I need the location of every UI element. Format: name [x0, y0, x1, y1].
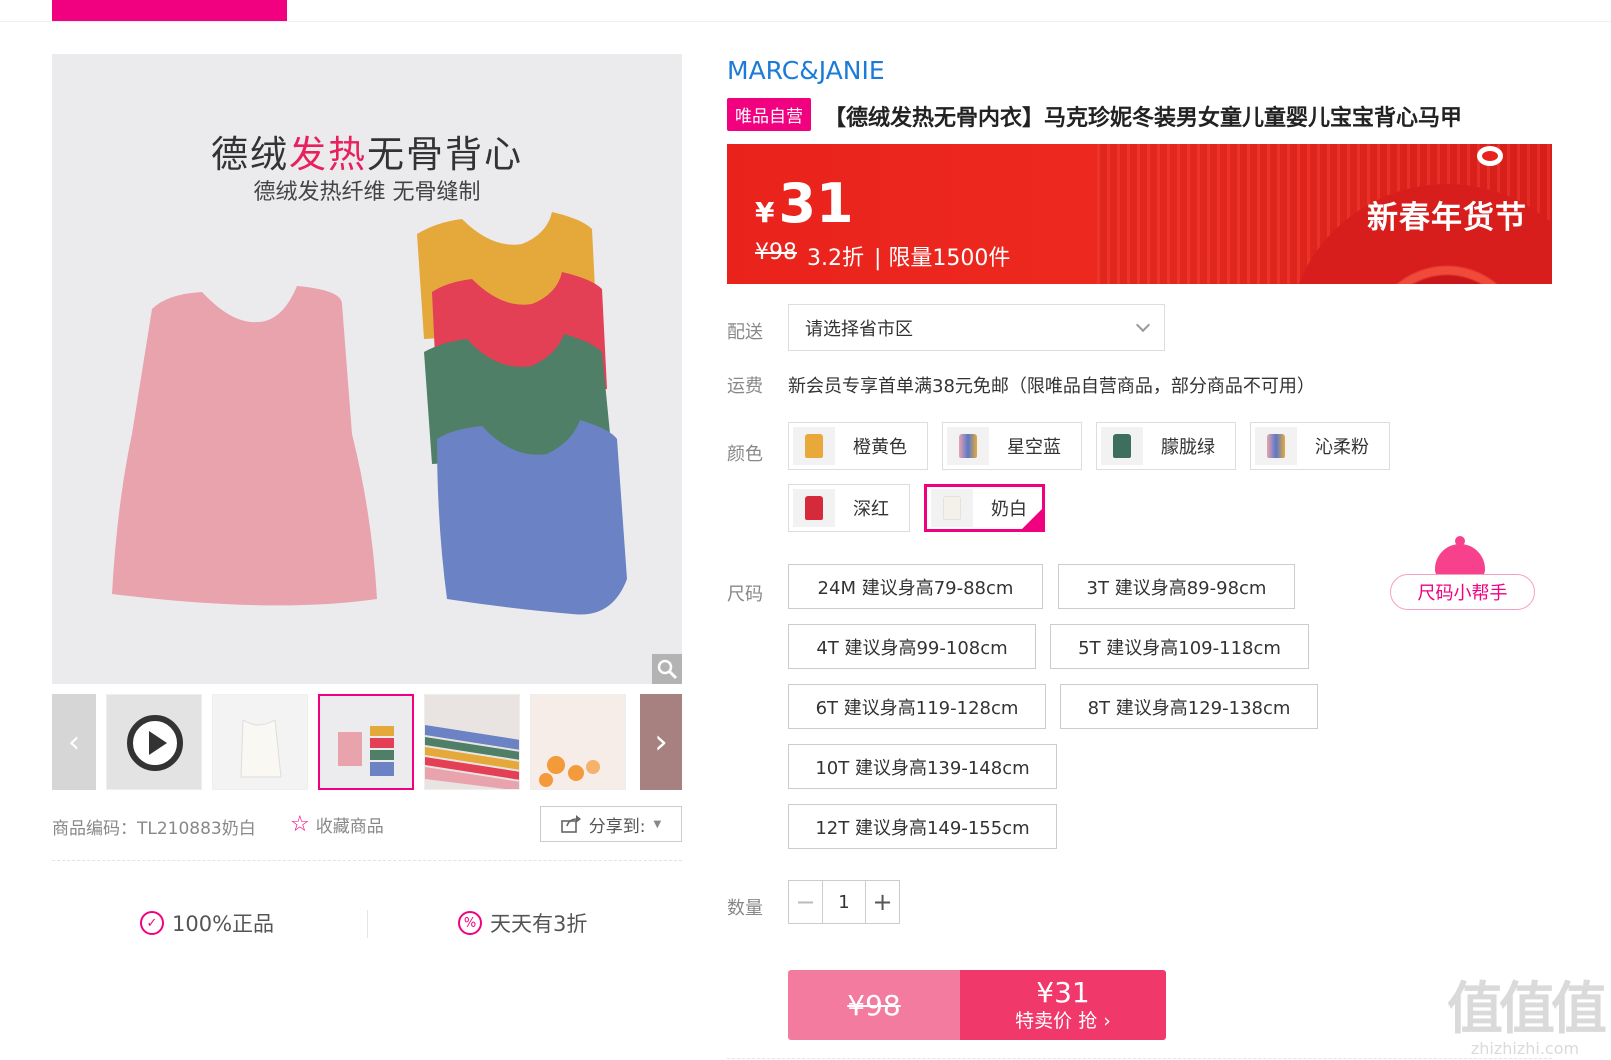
favorite-label: 收藏商品: [315, 817, 384, 837]
size-option[interactable]: 8T 建议身高129-138cm: [1060, 684, 1318, 729]
color-swatch: [1255, 427, 1297, 465]
quantity-value[interactable]: 1: [823, 881, 865, 923]
chevron-down-icon: [1135, 317, 1151, 332]
color-swatch: [1101, 427, 1143, 465]
color-label: 颜色: [727, 444, 763, 465]
play-icon: [127, 715, 183, 771]
current-price: ¥ 31: [755, 172, 854, 235]
price-banner: ¥ 31 ¥98 3.2折 | 限量1500件 新春年货节: [727, 144, 1552, 284]
guarantee-separator: [367, 910, 368, 938]
thumbnail-fabric-stack[interactable]: [424, 694, 520, 790]
size-option[interactable]: 3T 建议身高89-98cm: [1058, 564, 1295, 609]
delivery-label: 配送: [727, 322, 763, 343]
self-operated-badge: 唯品自营: [727, 98, 811, 131]
color-option-label: 星空蓝: [1007, 437, 1061, 458]
brand-link[interactable]: MARC&JANIE: [727, 56, 885, 85]
main-product-image[interactable]: 德绒发热无骨背心 德绒发热纤维 无骨缝制: [52, 54, 682, 684]
region-select[interactable]: 请选择省市区: [788, 304, 1165, 351]
thumbnail-strip: ‹ ›: [52, 694, 682, 790]
quantity-stepper: − 1 +: [788, 880, 900, 924]
watermark-url: zhizhizhi.com: [1470, 1039, 1580, 1058]
color-option-label: 沁柔粉: [1315, 437, 1369, 458]
top-nav-bar: [0, 0, 1611, 22]
product-title: 【德绒发热无骨内衣】马克珍妮冬装男女童儿童婴儿宝宝背心马甲: [824, 106, 1463, 131]
guarantee-discount-label: 天天有3折: [490, 912, 588, 936]
guarantee-discount: % 天天有3折: [458, 908, 587, 938]
thumbnail-fabric-detail[interactable]: [530, 694, 626, 790]
quantity-minus-button[interactable]: −: [789, 881, 823, 923]
quantity-label: 数量: [727, 898, 763, 919]
percent-icon: %: [458, 911, 482, 935]
thumbnail-white-vest[interactable]: [212, 694, 308, 790]
current-price-value: 31: [778, 172, 854, 235]
thumbnail-video[interactable]: [106, 694, 202, 790]
site-watermark: 值值值 zhizhizhi.com: [1447, 977, 1607, 1058]
divider: [52, 860, 682, 861]
size-helper-button[interactable]: 尺码小帮手: [1390, 574, 1535, 610]
active-nav-tab[interactable]: [52, 0, 287, 21]
shipping-label: 运费: [727, 376, 763, 397]
favorite-button[interactable]: ☆ 收藏商品: [290, 812, 384, 837]
chevron-left-icon: ‹: [68, 724, 80, 760]
buy-action-label: 特卖价 抢 ›: [1015, 1010, 1111, 1032]
color-option[interactable]: 深红: [788, 484, 910, 532]
discount-rate: 3.2折: [807, 246, 864, 271]
currency-symbol: ¥: [755, 196, 775, 229]
festival-label: 新春年货节: [1367, 200, 1527, 236]
color-swatch: [947, 427, 989, 465]
color-option-selected[interactable]: 奶白: [924, 484, 1045, 532]
shipping-text: 新会员专享首单满38元免邮（限唯品自营商品，部分商品不可用）: [788, 376, 1315, 397]
color-swatch: [793, 427, 835, 465]
magnifier-icon[interactable]: [652, 654, 682, 684]
thumbnail-next-button[interactable]: ›: [640, 694, 682, 790]
share-label: 分享到:: [588, 816, 646, 837]
caret-down-icon: ▼: [653, 818, 662, 830]
size-option[interactable]: 12T 建议身高149-155cm: [788, 804, 1057, 849]
size-option[interactable]: 6T 建议身高119-128cm: [788, 684, 1046, 729]
color-option-label: 奶白: [991, 499, 1027, 520]
buy-original-price[interactable]: ¥98: [788, 970, 960, 1040]
size-option[interactable]: 10T 建议身高139-148cm: [788, 744, 1057, 789]
color-option-label: 深红: [853, 499, 889, 520]
size-option[interactable]: 24M 建议身高79-88cm: [788, 564, 1043, 609]
quantity-limit: | 限量1500件: [874, 246, 1011, 271]
region-select-value: 请选择省市区: [805, 318, 913, 340]
star-icon: ☆: [290, 812, 310, 837]
mascot-icon: [1435, 536, 1485, 578]
shield-check-icon: ✓: [140, 911, 164, 935]
guarantee-authentic: ✓ 100%正品: [140, 908, 274, 938]
watermark-logo: 值值值: [1447, 977, 1607, 1042]
guarantee-authentic-label: 100%正品: [172, 912, 275, 936]
size-option[interactable]: 4T 建议身高99-108cm: [788, 624, 1036, 669]
color-option[interactable]: 沁柔粉: [1250, 422, 1390, 470]
color-swatch: [793, 489, 835, 527]
thumbnail-poster[interactable]: [318, 694, 414, 790]
product-meta-row: 商品编码：TL210883奶白 ☆ 收藏商品 分享到: ▼: [52, 806, 682, 842]
color-option-label: 朦胧绿: [1161, 437, 1215, 458]
share-icon: [560, 815, 581, 833]
share-button[interactable]: 分享到: ▼: [540, 806, 682, 842]
buy-price: ¥31: [1036, 976, 1090, 1009]
vest-illustration: [112, 212, 627, 615]
chevron-right-icon: ›: [654, 722, 668, 762]
color-option[interactable]: 橙黄色: [788, 422, 928, 470]
buy-now-button[interactable]: ¥31 特卖价 抢 ›: [960, 970, 1166, 1040]
product-code: 商品编码：TL210883奶白: [52, 819, 256, 839]
thumbnail-prev-button[interactable]: ‹: [52, 694, 96, 790]
color-option-label: 橙黄色: [853, 437, 907, 458]
color-option[interactable]: 星空蓝: [942, 422, 1082, 470]
size-option[interactable]: 5T 建议身高109-118cm: [1050, 624, 1309, 669]
price-detail-line: ¥98 3.2折 | 限量1500件: [755, 240, 1010, 272]
size-label: 尺码: [727, 584, 763, 605]
coin-decoration: [1477, 146, 1503, 166]
original-price: ¥98: [755, 240, 797, 265]
color-swatch: [931, 489, 973, 527]
quantity-plus-button[interactable]: +: [865, 881, 899, 923]
divider: [727, 1058, 1552, 1059]
color-option[interactable]: 朦胧绿: [1096, 422, 1236, 470]
